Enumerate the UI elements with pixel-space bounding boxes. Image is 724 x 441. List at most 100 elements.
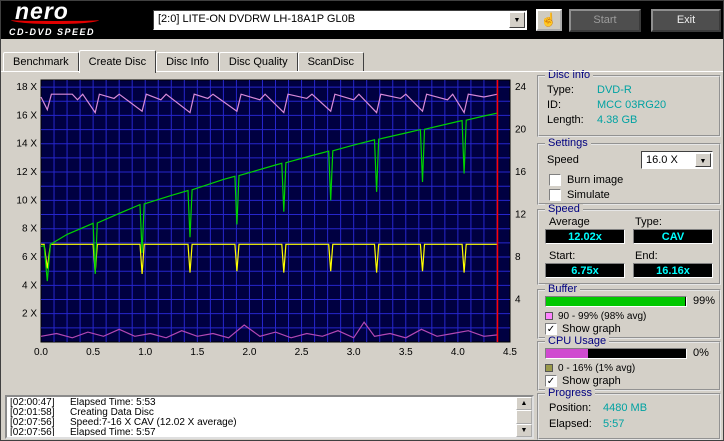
svg-text:6 X: 6 X xyxy=(22,252,37,263)
svg-text:10 X: 10 X xyxy=(16,195,37,206)
buffer-meter-fill xyxy=(546,297,685,306)
svg-text:12 X: 12 X xyxy=(16,167,37,178)
cpu-show-graph-label: Show graph xyxy=(562,375,621,387)
logo-swoosh xyxy=(11,16,99,24)
tab-create-disc[interactable]: Create Disc xyxy=(78,50,157,73)
top-toolbar: nero CD-DVD SPEED [2:0] LITE-ON DVDRW LH… xyxy=(1,1,723,39)
svg-text:20: 20 xyxy=(515,125,527,136)
disc-id-label: ID: xyxy=(547,99,562,111)
scroll-up-button[interactable]: ▲ xyxy=(516,397,532,410)
progress-title: Progress xyxy=(545,388,596,399)
log-scrollbar[interactable]: ▲ ▼ xyxy=(516,397,532,437)
speed-setting-label: Speed xyxy=(547,154,579,166)
tab-disc-info[interactable]: Disc Info xyxy=(156,52,219,71)
cpu-usage-title: CPU Usage xyxy=(545,336,610,347)
scroll-down-button[interactable]: ▼ xyxy=(516,424,532,437)
cpu-meter xyxy=(545,348,687,359)
buffer-show-graph-label: Show graph xyxy=(562,323,621,335)
speed-dropdown-arrow-icon[interactable]: ▼ xyxy=(695,153,711,167)
simulate-checkbox[interactable] xyxy=(549,189,561,201)
svg-text:4.5: 4.5 xyxy=(503,347,517,358)
nero-cd-dvd-speed-window: nero CD-DVD SPEED [2:0] LITE-ON DVDRW LH… xyxy=(0,0,724,441)
type-label: Type: xyxy=(635,216,662,228)
log-row: [02:07:56] Elapsed Time: 5:57 xyxy=(10,427,514,437)
dropdown-arrow-icon[interactable]: ▼ xyxy=(509,12,525,28)
svg-text:14 X: 14 X xyxy=(16,139,37,150)
hand-pointer-icon: ☝ xyxy=(540,12,558,27)
disc-length-value: 4.38 GB xyxy=(597,114,638,126)
svg-text:16: 16 xyxy=(515,167,527,178)
progress-group: Progress Position: 4480 MB Elapsed: 5:57 xyxy=(537,388,721,440)
scroll-thumb[interactable] xyxy=(516,410,532,424)
svg-text:2.0: 2.0 xyxy=(242,347,256,358)
tab-benchmark[interactable]: Benchmark xyxy=(3,52,79,71)
buffer-range-text: 90 - 99% (98% avg) xyxy=(558,311,647,322)
buffer-group: Buffer 99% 90 - 99% (98% avg) ✓ Show gra… xyxy=(537,284,721,339)
svg-text:24: 24 xyxy=(515,82,527,93)
cd-dvd-speed-logo-text: CD-DVD SPEED xyxy=(9,27,96,37)
tab-disc-quality[interactable]: Disc Quality xyxy=(218,52,298,71)
log-time: [02:07:56] xyxy=(10,427,55,437)
buffer-title: Buffer xyxy=(545,284,581,295)
svg-text:12: 12 xyxy=(515,210,527,221)
hand-pointer-button[interactable]: ☝ xyxy=(536,9,562,31)
speed-group-title: Speed xyxy=(545,204,583,215)
svg-text:0.0: 0.0 xyxy=(34,347,48,358)
average-speed-value: 12.02x xyxy=(545,229,625,244)
start-button[interactable]: Start xyxy=(569,9,641,32)
svg-text:4.0: 4.0 xyxy=(451,347,465,358)
disc-type-label: Type: xyxy=(547,84,574,96)
svg-text:8 X: 8 X xyxy=(22,224,37,235)
position-value: 4480 MB xyxy=(603,402,648,414)
exit-button[interactable]: Exit xyxy=(651,9,721,32)
settings-title: Settings xyxy=(545,138,591,149)
average-label: Average xyxy=(549,216,590,228)
cpu-legend-swatch xyxy=(545,364,553,372)
tab-scandisc[interactable]: ScanDisc xyxy=(297,52,365,71)
write-speed-chart: 2 X 4 X 6 X 8 X 10 X 12 X 14 X 16 X 18 X 4 8 12 16 20… xyxy=(16,79,527,358)
cpu-range-text: 0 - 16% (1% avg) xyxy=(558,363,636,374)
end-speed-value: 16.16x xyxy=(633,263,713,278)
speed-select-value: 16.0 X xyxy=(646,154,678,166)
disc-type-value: DVD-R xyxy=(597,84,632,96)
svg-text:3.0: 3.0 xyxy=(347,347,361,358)
svg-text:8: 8 xyxy=(515,252,521,263)
speed-type-value: CAV xyxy=(633,229,713,244)
cpu-meter-fill xyxy=(546,349,588,358)
tab-bar: Benchmark Create Disc Disc Info Disc Qua… xyxy=(3,49,365,73)
event-log[interactable]: [02:00:47] Elapsed Time: 5:53 [02:01:58]… xyxy=(5,395,534,439)
svg-text:3.5: 3.5 xyxy=(399,347,413,358)
event-log-rows: [02:00:47] Elapsed Time: 5:53 [02:01:58]… xyxy=(10,398,514,436)
drive-select-value: [2:0] LITE-ON DVDRW LH-18A1P GL0B xyxy=(158,13,356,25)
elapsed-value: 5:57 xyxy=(603,418,625,430)
settings-group: Settings Speed 16.0 X ▼ Burn image Simul… xyxy=(537,138,721,205)
speed-group: Speed Average Type: 12.02x CAV Start: En… xyxy=(537,204,721,285)
start-speed-label: Start: xyxy=(549,250,576,262)
svg-text:1.5: 1.5 xyxy=(190,347,204,358)
svg-text:4: 4 xyxy=(515,295,521,306)
cpu-show-graph-checkbox[interactable]: ✓ xyxy=(545,375,557,387)
speed-select[interactable]: 16.0 X ▼ xyxy=(641,151,713,169)
svg-text:0.5: 0.5 xyxy=(86,347,100,358)
end-speed-label: End: xyxy=(635,250,658,262)
simulate-label: Simulate xyxy=(567,189,610,201)
svg-text:16 X: 16 X xyxy=(16,110,37,121)
buffer-legend-swatch xyxy=(545,312,553,320)
disc-id-value: MCC 03RG20 xyxy=(597,99,667,111)
cpu-percent: 0% xyxy=(693,347,709,359)
log-text: Elapsed Time: 5:57 xyxy=(70,427,156,437)
svg-text:18 X: 18 X xyxy=(16,82,37,93)
disc-info-group: Disc info Type: DVD-R ID: MCC 03RG20 Len… xyxy=(537,70,721,137)
svg-text:2 X: 2 X xyxy=(22,309,37,320)
position-label: Position: xyxy=(549,402,592,414)
cpu-usage-group: CPU Usage 0% 0 - 16% (1% avg) ✓ Show gra… xyxy=(537,336,721,391)
buffer-meter xyxy=(545,296,687,307)
svg-text:2.5: 2.5 xyxy=(295,347,309,358)
buffer-show-graph-checkbox[interactable]: ✓ xyxy=(545,323,557,335)
buffer-percent: 99% xyxy=(693,295,716,307)
burn-image-label: Burn image xyxy=(567,174,624,186)
burn-image-checkbox[interactable] xyxy=(549,174,561,186)
drive-select[interactable]: [2:0] LITE-ON DVDRW LH-18A1P GL0B ▼ xyxy=(153,10,527,30)
elapsed-label: Elapsed: xyxy=(549,418,592,430)
start-speed-value: 6.75x xyxy=(545,263,625,278)
